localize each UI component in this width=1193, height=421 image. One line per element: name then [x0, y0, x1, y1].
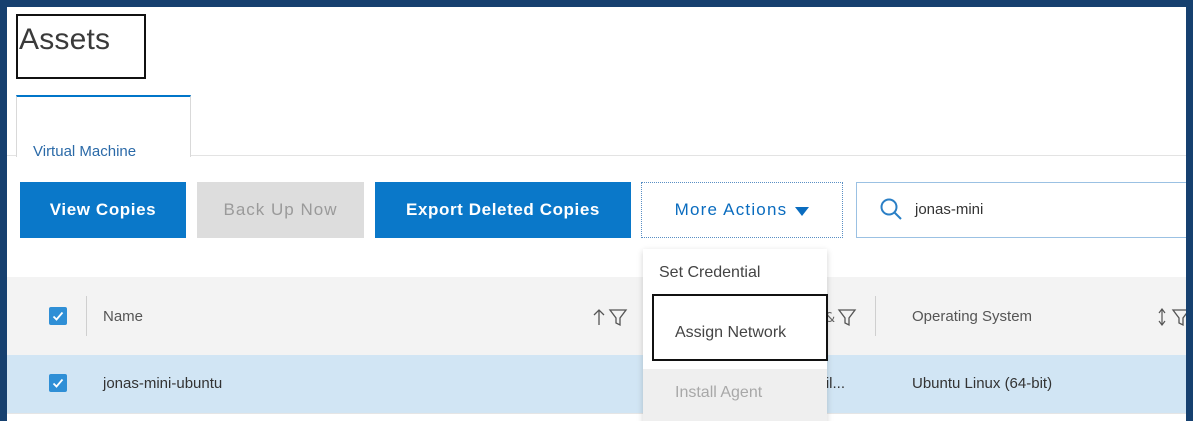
- column-sort-filter-partial-icon[interactable]: &: [825, 306, 861, 332]
- tab-virtual-machine-label[interactable]: Virtual Machine: [33, 143, 136, 160]
- check-icon: [52, 311, 64, 321]
- view-copies-label: View Copies: [49, 200, 157, 219]
- export-deleted-copies-label: Export Deleted Copies: [406, 200, 600, 219]
- select-all-checkbox[interactable]: [49, 307, 67, 325]
- table-row-empty: [7, 413, 1186, 421]
- tab-divider: [7, 155, 16, 156]
- cell-name: jonas-mini-ubuntu: [103, 375, 223, 392]
- cell-operating-system: Ubuntu Linux (64-bit): [912, 375, 1053, 392]
- menu-item-install-agent[interactable]: Install Agent: [643, 369, 827, 421]
- menu-item-set-credential[interactable]: Set Credential: [643, 264, 827, 294]
- back-up-now-button[interactable]: Back Up Now: [197, 182, 364, 238]
- row-checkbox[interactable]: [49, 374, 67, 392]
- column-header-operating-system[interactable]: Operating System: [912, 308, 1032, 325]
- back-up-now-label: Back Up Now: [223, 200, 338, 219]
- table-row[interactable]: jonas-mini-ubuntu vail... Ubuntu Linux (…: [7, 355, 1186, 413]
- search-icon: [880, 198, 902, 220]
- column-separator: [875, 296, 876, 336]
- export-deleted-copies-button[interactable]: Export Deleted Copies: [375, 182, 631, 238]
- sort-filter-os-icon[interactable]: [1155, 306, 1193, 328]
- page-title: Assets: [19, 23, 111, 56]
- assets-window: Assets Virtual Machine View Copies Back …: [0, 0, 1193, 421]
- caret-down-icon: [795, 206, 810, 216]
- search-input[interactable]: jonas-mini: [856, 182, 1186, 238]
- view-copies-button[interactable]: View Copies: [20, 182, 186, 238]
- more-actions-label: More Actions: [674, 200, 788, 219]
- tab-divider: [191, 155, 1186, 156]
- search-value: jonas-mini: [915, 201, 984, 218]
- check-icon: [52, 378, 64, 388]
- column-separator: [86, 296, 87, 336]
- table-header: Name & Operating System: [7, 277, 1193, 355]
- more-actions-button[interactable]: More Actions: [641, 182, 843, 238]
- sort-filter-name-icon[interactable]: [592, 306, 632, 328]
- column-header-name[interactable]: Name: [103, 308, 143, 325]
- assign-network-highlight-box: [652, 294, 828, 361]
